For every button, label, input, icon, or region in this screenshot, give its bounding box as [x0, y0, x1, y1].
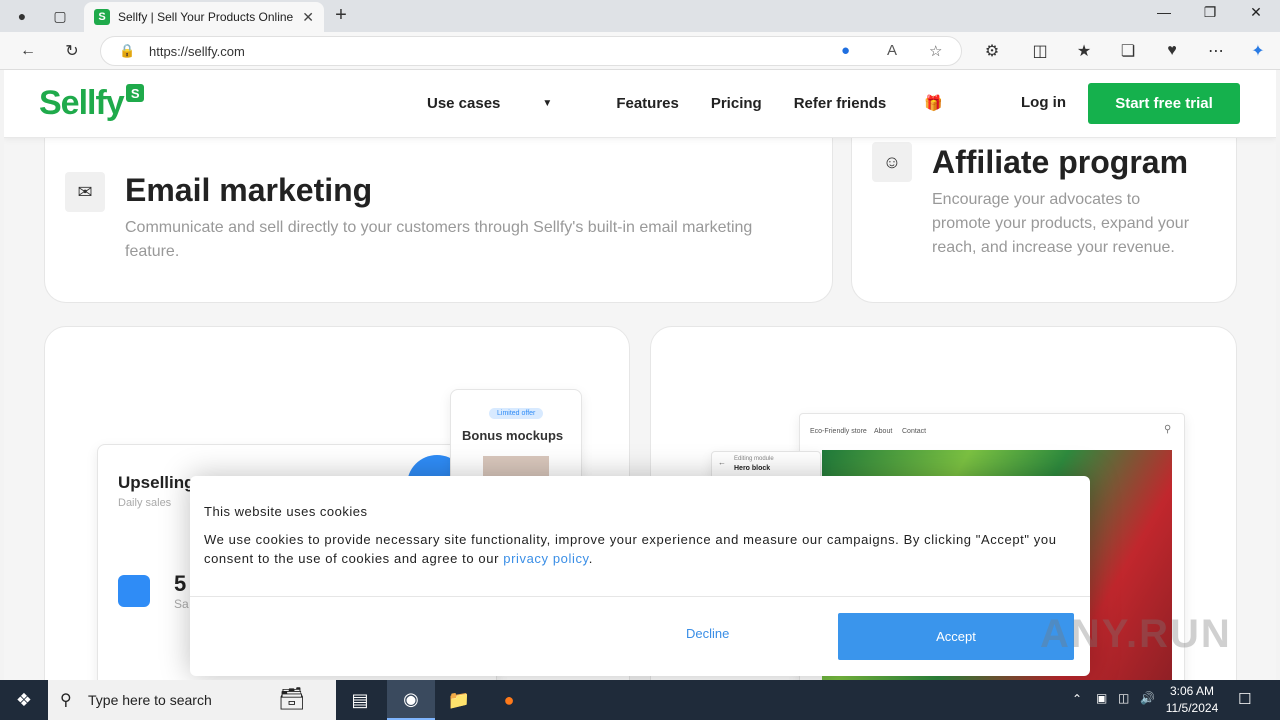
refresh-icon[interactable]: ↻ — [60, 40, 84, 62]
gift-icon: 🎁 — [924, 95, 943, 112]
firefox-icon[interactable]: ● — [485, 680, 533, 720]
main-nav: Use cases ▼ Features Pricing Refer friend… — [427, 94, 1007, 113]
limited-offer-badge: Limited offer — [489, 408, 544, 419]
email-marketing-title: Email marketing — [125, 172, 373, 208]
sales-stat-label: Sa — [174, 597, 189, 611]
minimize-icon[interactable]: — — [1142, 4, 1186, 20]
email-marketing-card: ✉ Email marketing Communicate and sell d… — [44, 110, 833, 303]
affiliate-program-desc: Encourage your advocates to promote your… — [932, 191, 1190, 256]
extensions-icon[interactable]: ⚙ — [980, 40, 1004, 62]
web-page: Sellfy S Use cases ▼ Features Pricing Ref… — [4, 70, 1276, 680]
taskbar-search[interactable]: ⚲ Type here to search 🗃 — [48, 680, 336, 720]
favorite-star-icon[interactable]: ☆ — [929, 42, 942, 60]
back-arrow-icon: ← — [718, 458, 726, 467]
nav-refer-friends[interactable]: Refer friends 🎁 — [794, 94, 975, 113]
browser-toolbar: ← ↻ 🔒 https://sellfy.com ● A ☆ ⚙ ◫ ★ ❏ ♥… — [0, 32, 1280, 70]
collections-icon[interactable]: ❏ — [1116, 40, 1140, 62]
store-nav-contact: Contact — [902, 428, 927, 435]
accept-button[interactable]: Accept — [838, 613, 1074, 660]
anyrun-watermark: ANY.RUN — [1040, 612, 1232, 656]
sales-stat-icon — [118, 575, 150, 607]
maximize-icon[interactable]: ❐ — [1188, 4, 1232, 21]
cookie-divider — [190, 596, 1090, 597]
browser-essentials-icon[interactable]: ♥ — [1160, 40, 1184, 62]
file-explorer-icon[interactable]: 📁 — [435, 680, 483, 720]
logo-badge: S — [125, 84, 144, 102]
tab-favicon: S — [94, 9, 110, 25]
store-search-icon: ⚲ — [1164, 424, 1172, 435]
sellfy-logo[interactable]: Sellfy S — [39, 84, 144, 123]
email-icon: ✉ — [65, 172, 105, 212]
affiliate-program-title: Affiliate program — [932, 144, 1189, 180]
edge-taskbar-icon[interactable]: ◉ — [387, 680, 435, 720]
nav-use-cases[interactable]: Use cases ▼ — [427, 94, 584, 112]
email-marketing-desc: Communicate and sell directly to your cu… — [125, 219, 753, 260]
search-icon: ⚲ — [60, 692, 72, 709]
windows-taskbar: ❖ ⚲ Type here to search 🗃 ▤ ◉ 📁 ● ⌃ ▣ ◫ … — [0, 680, 1280, 720]
start-free-trial-button[interactable]: Start free trial — [1088, 83, 1240, 124]
taskbar-clock[interactable]: 3:06 AM 11/5/2024 — [1160, 683, 1224, 717]
upselling-title: Upselling — [118, 473, 195, 492]
decline-button[interactable]: Decline — [686, 626, 729, 641]
election-icon: 🗃 — [278, 686, 306, 711]
url-text: https://sellfy.com — [149, 43, 245, 59]
tab-close-icon[interactable]: ✕ — [302, 9, 314, 26]
split-screen-icon[interactable]: ◫ — [1028, 40, 1052, 62]
nav-pricing[interactable]: Pricing — [711, 94, 762, 112]
bonus-mockups-title: Bonus mockups — [462, 428, 564, 443]
clock-date: 11/5/2024 — [1165, 701, 1219, 715]
store-brand: Eco-Friendly store — [810, 428, 867, 435]
editing-module-value: Hero block — [734, 465, 771, 472]
browser-tab-strip: ● ▢ S Sellfy | Sell Your Products Online… — [0, 0, 1280, 32]
store-nav-about: About — [874, 428, 893, 435]
affiliate-program-card: ☺ Affiliate program Encourage your advoc… — [851, 110, 1237, 303]
tray-chevron-icon[interactable]: ⌃ — [1072, 692, 1082, 706]
tab-actions-icon[interactable]: ▢ — [49, 5, 71, 27]
volume-icon[interactable]: 🔊 — [1140, 691, 1155, 705]
editing-module-label: Editing module — [734, 456, 774, 462]
window-close-icon[interactable]: ✕ — [1234, 4, 1278, 21]
copilot-icon[interactable]: ✦ — [1246, 40, 1270, 62]
tray-app-icon[interactable]: ▣ — [1096, 691, 1107, 705]
task-view-icon[interactable]: ▤ — [336, 680, 384, 720]
lock-icon[interactable]: 🔒 — [119, 43, 135, 59]
clock-time: 3:06 AM — [1169, 684, 1215, 698]
chevron-down-icon: ▼ — [542, 97, 553, 109]
login-link[interactable]: Log in — [1021, 94, 1066, 111]
people-icon: ☺ — [872, 142, 912, 182]
tab-title: Sellfy | Sell Your Products Online — [118, 10, 294, 24]
cookie-consent-dialog: This website uses cookies We use cookies… — [190, 476, 1090, 676]
site-header: Sellfy S Use cases ▼ Features Pricing Ref… — [4, 70, 1276, 138]
taskbar-search-placeholder: Type here to search — [88, 692, 212, 708]
cookie-text: We use cookies to provide necessary site… — [204, 532, 1057, 566]
cookie-title: This website uses cookies — [204, 504, 368, 519]
new-tab-icon[interactable]: + — [330, 4, 352, 27]
favorites-icon[interactable]: ★ — [1072, 40, 1096, 62]
nav-features[interactable]: Features — [616, 94, 679, 112]
address-bar[interactable]: 🔒 https://sellfy.com ● A ☆ — [100, 36, 962, 66]
network-icon[interactable]: ◫ — [1118, 691, 1129, 705]
more-menu-icon[interactable]: ⋯ — [1204, 40, 1228, 62]
profile-icon[interactable]: ● — [11, 5, 33, 27]
back-icon[interactable]: ← — [16, 40, 40, 62]
notifications-icon[interactable]: ☐ — [1238, 690, 1251, 708]
extension-shield-icon[interactable]: ● — [841, 42, 850, 59]
sales-stat-value: 5 — [174, 571, 187, 596]
privacy-policy-link[interactable]: privacy policy — [503, 551, 588, 566]
read-aloud-icon[interactable]: A — [887, 42, 897, 59]
browser-tab[interactable]: S Sellfy | Sell Your Products Online ✕ — [84, 2, 324, 32]
windows-start-icon[interactable]: ❖ — [0, 680, 48, 720]
upselling-subtitle: Daily sales — [118, 497, 172, 509]
